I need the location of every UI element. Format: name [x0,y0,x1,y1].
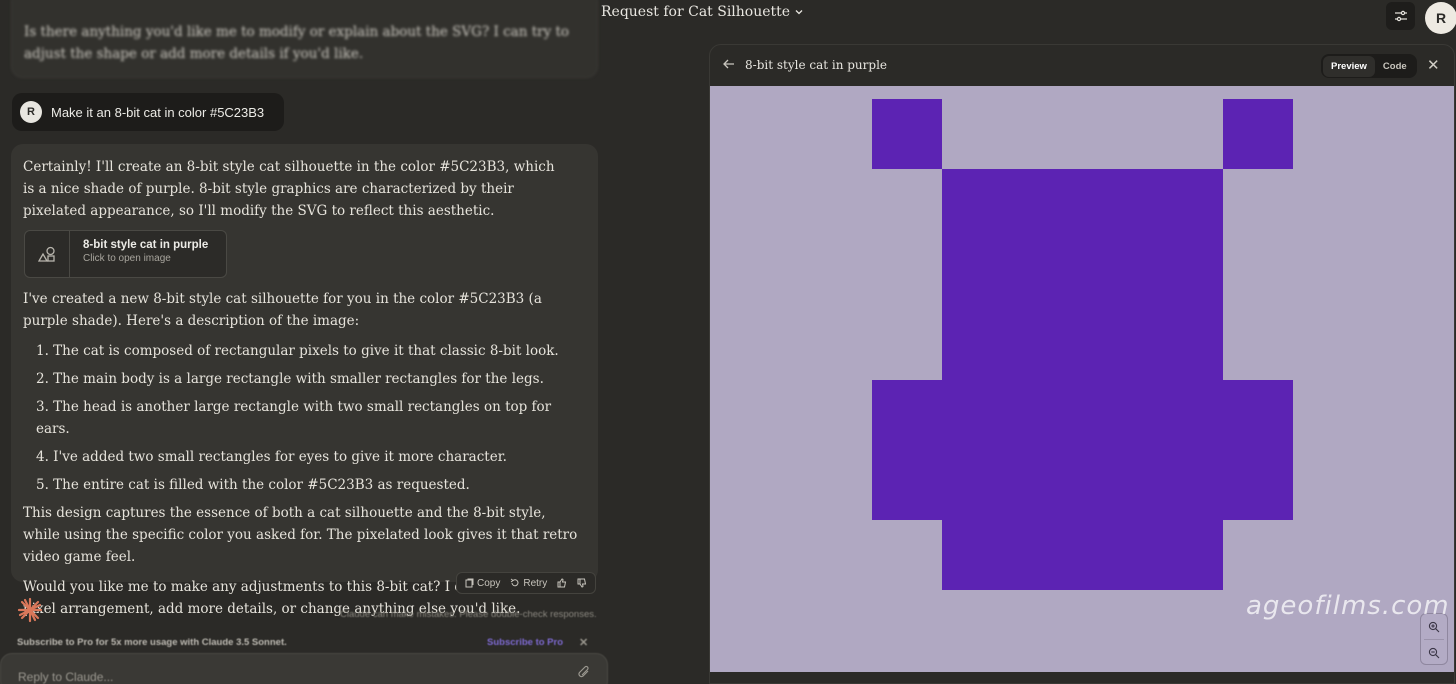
cat-head [942,169,1223,380]
description-intro: I've created a new 8-bit style cat silho… [23,291,542,329]
watermark: ageofilms.com [1246,591,1450,621]
conversation-title[interactable]: Request for Cat Silhouette [601,4,804,20]
back-arrow-icon[interactable] [722,57,736,71]
thumbs-up-icon [557,578,567,588]
cat-body [872,380,1293,520]
sliders-icon [1394,10,1407,22]
user-message: R Make it an 8-bit cat in color #5C23B3 [12,93,285,131]
list-item: 2. The main body is a large rectangle wi… [36,371,544,387]
user-avatar: R [20,101,42,123]
user-avatar-menu[interactable]: R [1425,2,1456,34]
list-item: 3. The head is another large rectangle w… [36,399,552,437]
summary-paragraph: This design captures the essence of both… [23,505,578,565]
assistant-message: Certainly! I'll create an 8-bit style ca… [11,144,598,617]
chevron-down-icon [795,10,803,15]
zoom-in-icon [1428,621,1440,632]
artifact-card-subtitle: Click to open image [83,253,171,264]
retry-button[interactable]: Retry [510,578,547,589]
artifact-panel-header: 8-bit style cat in purple Preview Code ✕ [710,45,1454,86]
user-message-text: Make it an 8-bit cat in color #5C23B3 [51,104,265,120]
reply-input[interactable]: Reply to Claude... [0,653,608,684]
list-item: 4. I've added two small rectangles for e… [36,449,507,465]
copy-button[interactable]: Copy [465,578,500,589]
chat-column: Is there anything you'd like me to modif… [0,0,610,684]
message-actions: Copy Retry [456,572,597,594]
artifact-preview-canvas: ageofilms.com [710,86,1454,672]
artifact-card[interactable]: 8-bit style cat in purple Click to open … [24,230,227,278]
retry-icon [511,578,519,587]
artifact-panel: 8-bit style cat in purple Preview Code ✕… [709,44,1455,684]
thumbs-up-button[interactable] [557,578,567,588]
subscribe-link[interactable]: Subscribe to Pro [487,637,563,648]
close-panel-icon[interactable]: ✕ [1427,56,1440,74]
close-icon[interactable]: ✕ [579,636,588,649]
zoom-out-icon [1428,647,1440,658]
artifact-card-title: 8-bit style cat in purple [83,239,209,251]
zoom-out-button[interactable] [1421,640,1447,665]
description-list: 1. The cat is composed of rectangular pi… [23,340,586,496]
cat-left-ear [872,99,942,169]
copy-icon [465,578,474,588]
disclaimer-text: Claude can make mistakes. Please double-… [340,609,597,620]
tab-code[interactable]: Code [1375,56,1415,77]
paperclip-icon[interactable] [577,665,591,679]
assistant-intro: Certainly! I'll create an 8-bit style ca… [23,159,555,219]
list-item: 1. The cat is composed of rectangular pi… [36,343,559,359]
view-toggle: Preview Code [1321,54,1417,78]
tab-preview[interactable]: Preview [1323,55,1375,77]
thumbs-down-icon [577,578,587,588]
list-item: 5. The entire cat is filled with the col… [36,477,470,493]
cat-legs [942,520,1223,590]
artifact-title: 8-bit style cat in purple [745,58,888,72]
subscribe-text: Subscribe to Pro for 5x more usage with … [17,637,287,648]
previous-assistant-message: Is there anything you'd like me to modif… [11,0,598,78]
subscribe-banner: Subscribe to Pro for 5x more usage with … [17,637,597,651]
thumbs-down-button[interactable] [577,578,587,588]
settings-button[interactable] [1386,2,1415,30]
cat-right-ear [1223,99,1293,169]
claude-logo-icon [17,597,43,623]
shapes-icon [25,231,70,277]
